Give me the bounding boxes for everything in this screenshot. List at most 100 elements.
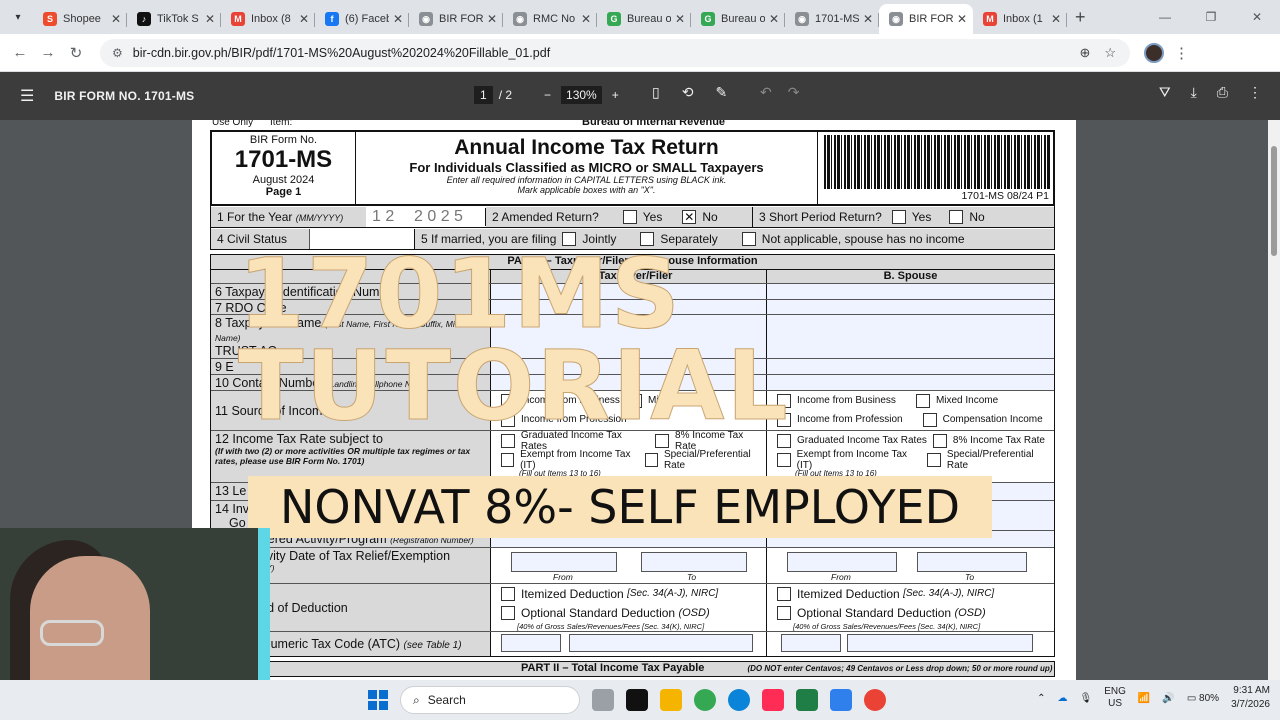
wifi-icon[interactable]: 📶	[1138, 693, 1150, 704]
browser-tab[interactable]: G Bureau o ✕	[691, 4, 785, 34]
close-window-icon[interactable]: ✕	[1234, 10, 1280, 24]
microphone-icon[interactable]: 🎙	[1080, 693, 1093, 704]
special-checkbox-a[interactable]	[644, 452, 658, 467]
print-icon[interactable]: ⎙	[1217, 84, 1228, 101]
tab-close-icon[interactable]: ✕	[675, 12, 685, 26]
browser-tab[interactable]: f (6) Faceb ✕	[315, 4, 409, 34]
jointly-checkbox[interactable]	[562, 232, 577, 247]
file-explorer-icon[interactable]	[660, 689, 682, 711]
zoom-level[interactable]: 130%	[561, 86, 602, 104]
civil-status-field[interactable]	[309, 228, 415, 249]
site-info-icon[interactable]: ⚙	[112, 46, 123, 60]
profile-avatar[interactable]	[1144, 42, 1164, 63]
tab-search-icon[interactable]: ▾	[7, 6, 29, 28]
profession-checkbox-b[interactable]	[777, 412, 791, 427]
exempt-checkbox-a[interactable]	[501, 452, 515, 467]
atc-field-a1[interactable]	[501, 634, 561, 652]
8pct-checkbox-a[interactable]	[655, 433, 670, 448]
business-checkbox-b[interactable]	[777, 393, 791, 408]
browser-tab[interactable]: S Shopee ✕	[33, 4, 127, 34]
osd-checkbox-b[interactable]	[777, 605, 791, 620]
tab-close-icon[interactable]: ✕	[1051, 12, 1061, 26]
atc-field-b1[interactable]	[781, 634, 841, 652]
amended-no-checkbox[interactable]: ✕	[682, 210, 697, 225]
row-14-field-a[interactable]	[491, 501, 767, 530]
chrome-icon[interactable]	[694, 689, 716, 711]
registered-activity-field-b[interactable]	[767, 531, 1054, 547]
not-applicable-checkbox[interactable]	[741, 232, 756, 247]
url-field[interactable]: ⚙ bir-cdn.bir.gov.ph/BIR/pdf/1701-MS%20A…	[100, 38, 1130, 67]
tab-close-icon[interactable]: ✕	[769, 12, 779, 26]
mixed-checkbox-a[interactable]	[627, 393, 642, 408]
browser-tab[interactable]: ◉ RMC No ✕	[503, 4, 597, 34]
mixed-checkbox-b[interactable]	[915, 393, 930, 408]
row-13-field-b[interactable]	[767, 483, 1054, 500]
rotate-icon[interactable]: ⟲	[682, 84, 694, 101]
volume-icon[interactable]: 🔊	[1162, 693, 1174, 704]
pdf-scrollbar[interactable]	[1268, 120, 1280, 680]
more-options-icon[interactable]: ⋮	[1248, 84, 1262, 101]
amended-yes-checkbox[interactable]	[622, 210, 637, 225]
rdo-field-a[interactable]	[491, 300, 767, 314]
edge-icon[interactable]	[728, 689, 750, 711]
row-9-field-a[interactable]	[491, 359, 767, 374]
browser-tab[interactable]: ◉ BIR FOR ✕	[879, 4, 973, 34]
business-checkbox-a[interactable]	[501, 393, 515, 408]
download-icon[interactable]: ⤓	[1191, 84, 1197, 101]
profession-checkbox-a[interactable]	[501, 412, 515, 427]
month-field[interactable]: 1 2	[366, 208, 408, 226]
reload-icon[interactable]: ↻	[62, 44, 90, 62]
tab-close-icon[interactable]: ✕	[111, 12, 121, 26]
atc-field-b2[interactable]	[847, 634, 1033, 652]
8pct-checkbox-b[interactable]	[932, 433, 947, 448]
onedrive-icon[interactable]: ☁	[1058, 693, 1068, 704]
from-date-b[interactable]	[787, 552, 897, 572]
separately-checkbox[interactable]	[640, 232, 655, 247]
browser-tab[interactable]: M Inbox (1 ✕	[973, 4, 1067, 34]
zoom-out-icon[interactable]: −	[544, 88, 551, 102]
taskbar-search[interactable]: ⌕ Search	[400, 686, 580, 714]
clock[interactable]: 9:31 AM 3/7/2026	[1231, 684, 1270, 712]
back-icon[interactable]: ←	[6, 44, 34, 61]
short-no-checkbox[interactable]	[949, 210, 964, 225]
tab-close-icon[interactable]: ✕	[299, 12, 309, 26]
name-field-b[interactable]	[767, 315, 1054, 358]
graduated-checkbox-a[interactable]	[501, 433, 515, 448]
zoom-icon[interactable]: ⊕	[1079, 45, 1090, 61]
tab-close-icon[interactable]: ✕	[393, 12, 403, 26]
tin-field-b[interactable]	[767, 284, 1054, 299]
row-13-field-a[interactable]	[491, 483, 767, 500]
chrome-profile-icon[interactable]	[864, 689, 886, 711]
tab-close-icon[interactable]: ✕	[581, 12, 591, 26]
to-date-a[interactable]	[641, 552, 747, 572]
browser-tab[interactable]: ♪ TikTok S ✕	[127, 4, 221, 34]
minimize-icon[interactable]: —	[1142, 10, 1188, 24]
to-date-b[interactable]	[917, 552, 1027, 572]
tin-field-a[interactable]	[491, 284, 767, 299]
language-indicator[interactable]: ENG US	[1104, 686, 1126, 710]
row-14-field-b[interactable]	[767, 501, 1054, 530]
atc-field-a2[interactable]	[569, 634, 753, 652]
menu-icon[interactable]: ☰	[20, 86, 34, 106]
bookmark-star-icon[interactable]: ☆	[1104, 45, 1116, 61]
itemized-checkbox-b[interactable]	[777, 586, 791, 601]
browser-tab[interactable]: ◉ 1701-MS ✕	[785, 4, 879, 34]
name-field-a[interactable]	[491, 315, 767, 358]
contact-field-a[interactable]	[491, 375, 767, 390]
zoom-in-icon[interactable]: +	[612, 88, 619, 102]
scroll-thumb[interactable]	[1271, 146, 1277, 256]
browser-menu-icon[interactable]: ⋮	[1174, 44, 1189, 62]
task-view-icon[interactable]	[592, 689, 614, 711]
tab-close-icon[interactable]: ✕	[487, 12, 497, 26]
osd-checkbox-a[interactable]	[501, 605, 515, 620]
tab-close-icon[interactable]: ✕	[957, 12, 967, 26]
itemized-checkbox-a[interactable]	[501, 586, 515, 601]
drive-save-icon[interactable]: ⛛	[1159, 84, 1171, 101]
start-icon[interactable]	[368, 690, 388, 710]
undo-icon[interactable]: ↶	[760, 84, 772, 101]
short-yes-checkbox[interactable]	[891, 210, 906, 225]
from-date-a[interactable]	[511, 552, 617, 572]
tab-close-icon[interactable]: ✕	[863, 12, 873, 26]
restore-icon[interactable]: ❐	[1188, 10, 1234, 24]
redo-icon[interactable]: ↷	[788, 84, 800, 101]
